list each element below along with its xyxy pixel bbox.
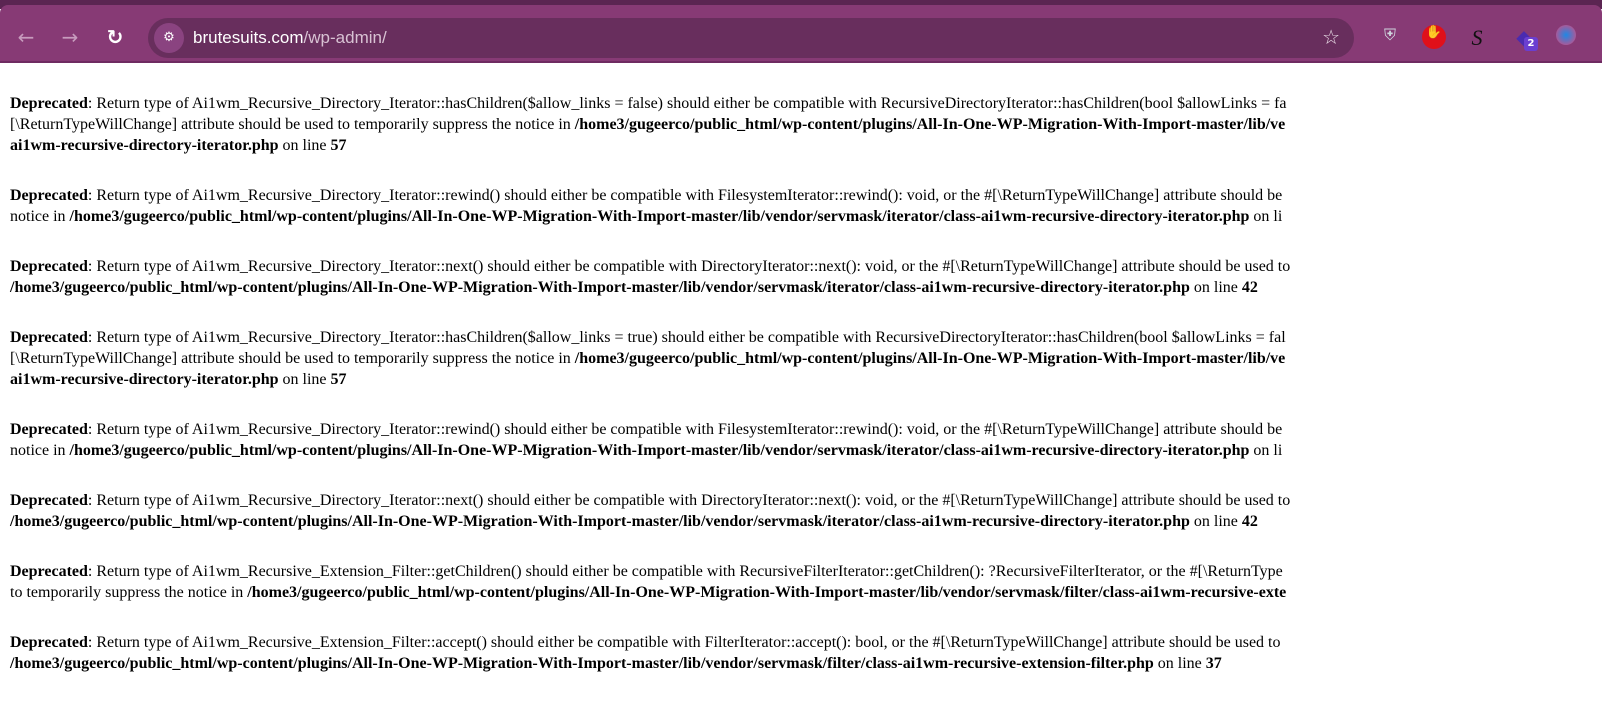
notice-bold-text: ai1wm-recursive-directory-iterator.php (10, 137, 279, 154)
back-arrow-icon[interactable]: ← (12, 23, 40, 51)
deprecated-notice: Deprecated: Return type of Ai1wm_Recursi… (10, 632, 1290, 674)
notice-line: [\ReturnTypeWillChange] attribute should… (10, 114, 1290, 135)
notice-line: [\ReturnTypeWillChange] attribute should… (10, 348, 1290, 369)
notice-text: : Return type of Ai1wm_Recursive_Directo… (87, 95, 1287, 112)
notice-text: on line (278, 137, 331, 154)
notice-text: [\ReturnTypeWillChange] attribute should… (10, 116, 575, 133)
notice-line: notice in /home3/gugeerco/public_html/wp… (10, 440, 1290, 461)
notice-bold-text: 42 (1241, 279, 1258, 296)
notice-text: : Return type of Ai1wm_Recursive_Directo… (87, 492, 1291, 509)
notice-line: ai1wm-recursive-directory-iterator.php o… (10, 135, 1290, 156)
notice-bold-text: Deprecated (10, 634, 88, 651)
notice-bold-text: 37 (1205, 655, 1222, 672)
notice-text: on line (278, 371, 331, 388)
browser-extension-icon[interactable] (1556, 25, 1576, 45)
deprecated-notice: Deprecated: Return type of Ai1wm_Recursi… (10, 93, 1290, 156)
notice-line: /home3/gugeerco/public_html/wp-content/p… (10, 511, 1290, 532)
notice-bold-text: ai1wm-recursive-directory-iterator.php (10, 371, 279, 388)
notice-line: Deprecated: Return type of Ai1wm_Recursi… (10, 327, 1290, 348)
deprecated-notice: Deprecated: Return type of Ai1wm_Recursi… (10, 490, 1290, 532)
notice-bold-text: Deprecated (10, 258, 88, 275)
notice-line: Deprecated: Return type of Ai1wm_Recursi… (10, 93, 1290, 114)
notice-text: : Return type of Ai1wm_Recursive_Directo… (87, 329, 1286, 346)
address-bar[interactable]: ⚙ brutesuits.com/wp-admin/ ☆ (148, 18, 1354, 58)
toolbar-divider (0, 61, 1602, 63)
notice-text: : Return type of Ai1wm_Recursive_Directo… (87, 421, 1283, 438)
notice-line: Deprecated: Return type of Ai1wm_Recursi… (10, 490, 1290, 511)
notice-bold-text: /home3/gugeerco/public_html/wp-content/p… (574, 350, 1286, 367)
deprecated-notice: Deprecated: Return type of Ai1wm_Recursi… (10, 185, 1290, 227)
notice-bold-text: Deprecated (10, 563, 88, 580)
notice-text: on line (1153, 655, 1206, 672)
url-path: /wp-admin/ (303, 28, 387, 47)
notice-bold-text: 42 (1241, 513, 1258, 530)
deprecated-notice: Deprecated: Return type of Ai1wm_Recursi… (10, 256, 1290, 298)
adblock-hand-icon[interactable]: ✋ (1422, 25, 1446, 49)
extension-label: S (1471, 25, 1483, 50)
deprecated-notice: Deprecated: Return type of Ai1wm_Recursi… (10, 327, 1290, 390)
notice-text: : Return type of Ai1wm_Recursive_Extensi… (87, 563, 1283, 580)
notice-text: : Return type of Ai1wm_Recursive_Directo… (87, 258, 1291, 275)
notice-bold-text: /home3/gugeerco/public_html/wp-content/p… (10, 655, 1154, 672)
notice-bold-text: /home3/gugeerco/public_html/wp-content/p… (247, 584, 1287, 601)
notice-bold-text: 57 (330, 137, 347, 154)
reload-icon[interactable]: ↻ (101, 23, 129, 51)
notice-line: Deprecated: Return type of Ai1wm_Recursi… (10, 561, 1290, 582)
notice-line: Deprecated: Return type of Ai1wm_Recursi… (10, 185, 1290, 206)
notice-line: Deprecated: Return type of Ai1wm_Recursi… (10, 632, 1290, 653)
notice-line: to temporarily suppress the notice in /h… (10, 582, 1290, 603)
extension-badge: 2 (1524, 37, 1538, 51)
notice-bold-text: /home3/gugeerco/public_html/wp-content/p… (10, 279, 1190, 296)
notice-bold-text: Deprecated (10, 95, 88, 112)
stack-extension-icon[interactable]: ◆2 (1512, 25, 1538, 51)
page-content: Deprecated: Return type of Ai1wm_Recursi… (10, 93, 1290, 703)
notice-bold-text: /home3/gugeerco/public_html/wp-content/p… (69, 208, 1250, 225)
notice-text: on li (1249, 442, 1283, 459)
url-text[interactable]: brutesuits.com/wp-admin/ (193, 28, 387, 48)
notice-bold-text: /home3/gugeerco/public_html/wp-content/p… (10, 513, 1190, 530)
notice-text: notice in (10, 208, 70, 225)
notice-bold-text: Deprecated (10, 421, 88, 438)
notice-text: : Return type of Ai1wm_Recursive_Extensi… (87, 634, 1281, 651)
notice-line: notice in /home3/gugeerco/public_html/wp… (10, 206, 1290, 227)
notice-text: on li (1249, 208, 1283, 225)
notice-bold-text: 57 (330, 371, 347, 388)
notice-line: Deprecated: Return type of Ai1wm_Recursi… (10, 419, 1290, 440)
notice-text: on line (1189, 513, 1242, 530)
url-domain: brutesuits.com (193, 28, 304, 47)
notice-bold-text: /home3/gugeerco/public_html/wp-content/p… (574, 116, 1286, 133)
forward-arrow-icon[interactable]: → (56, 23, 84, 51)
notice-text: notice in (10, 442, 70, 459)
notice-line: Deprecated: Return type of Ai1wm_Recursi… (10, 256, 1290, 277)
deprecated-notice: Deprecated: Return type of Ai1wm_Recursi… (10, 561, 1290, 603)
bookmark-star-icon[interactable]: ☆ (1322, 25, 1340, 49)
notice-bold-text: Deprecated (10, 329, 88, 346)
notice-bold-text: /home3/gugeerco/public_html/wp-content/p… (69, 442, 1250, 459)
notice-bold-text: Deprecated (10, 187, 88, 204)
notice-bold-text: Deprecated (10, 492, 88, 509)
browser-toolbar: ← → ↻ ⚙ brutesuits.com/wp-admin/ ☆ ⛨ ✋ S… (0, 5, 1602, 61)
notice-text: [\ReturnTypeWillChange] attribute should… (10, 350, 575, 367)
notice-text: on line (1189, 279, 1242, 296)
notice-line: ai1wm-recursive-directory-iterator.php o… (10, 369, 1290, 390)
site-info-icon[interactable]: ⚙ (154, 23, 184, 53)
s-letter-extension-icon[interactable]: S (1465, 25, 1489, 50)
notice-line: /home3/gugeerco/public_html/wp-content/p… (10, 277, 1290, 298)
notice-text: to temporarily suppress the notice in (10, 584, 248, 601)
notice-line: /home3/gugeerco/public_html/wp-content/p… (10, 653, 1290, 674)
notice-text: : Return type of Ai1wm_Recursive_Directo… (87, 187, 1283, 204)
deprecated-notice: Deprecated: Return type of Ai1wm_Recursi… (10, 419, 1290, 461)
shield-extension-icon[interactable]: ⛨ (1378, 25, 1402, 49)
